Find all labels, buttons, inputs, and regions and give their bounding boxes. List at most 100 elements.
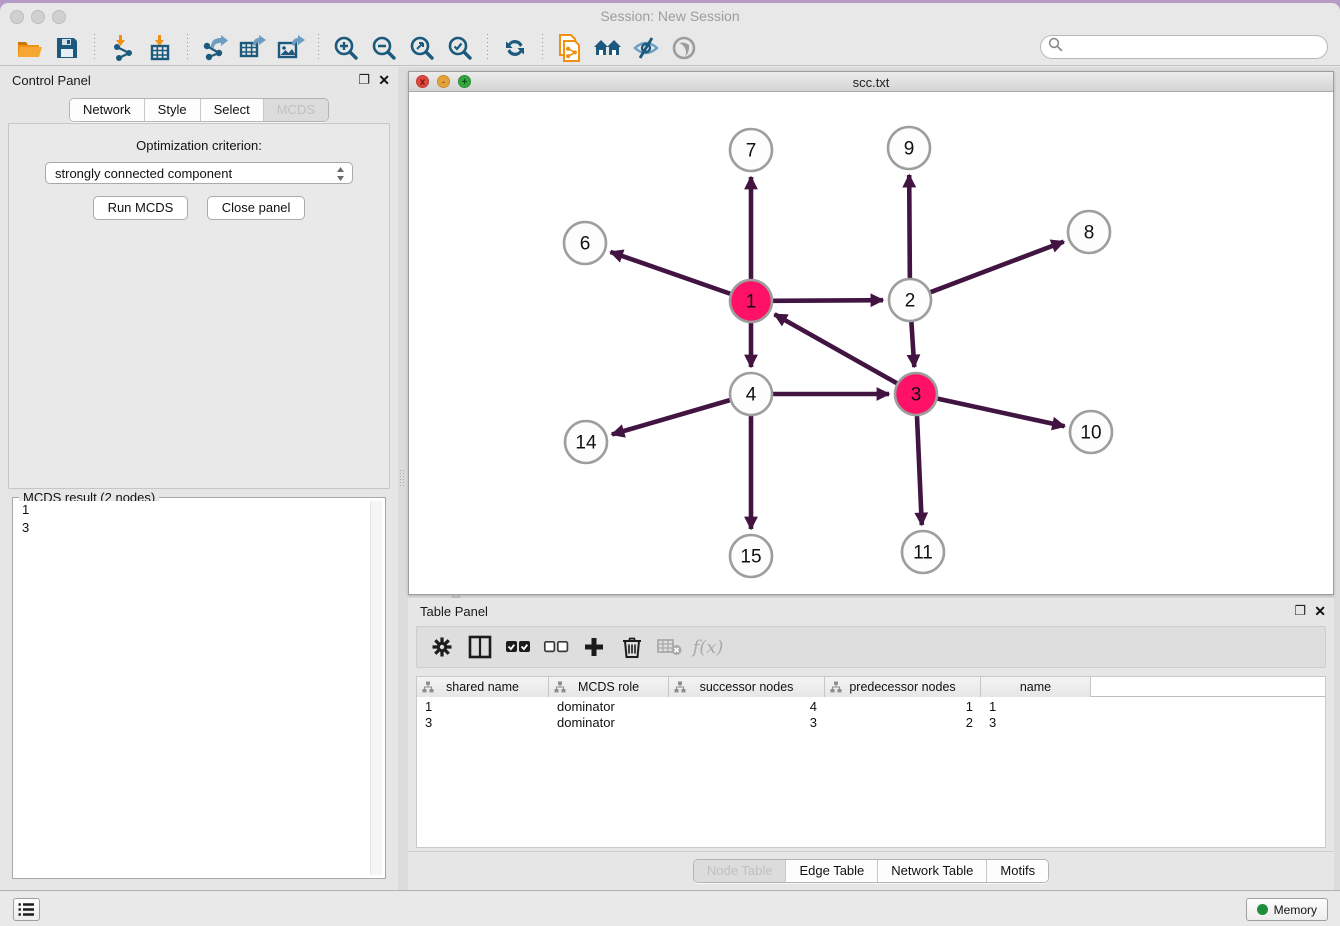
graph-node-1[interactable]: 1	[730, 280, 772, 322]
delete-column-icon[interactable]	[619, 634, 645, 660]
table-row[interactable]: 1dominator411	[417, 699, 1325, 715]
table-panel-float-icon[interactable]: ❐	[1294, 603, 1306, 619]
graph-edge-3-1[interactable]	[775, 314, 897, 383]
table-footer-divider	[408, 851, 1334, 852]
graph-node-2[interactable]: 2	[889, 279, 931, 321]
search-input[interactable]	[1063, 37, 1327, 57]
graph-node-label: 7	[746, 141, 757, 162]
network-canvas[interactable]: 7 9 6 8 1 2 4 3 14 10 15 11	[409, 92, 1333, 594]
tab-edge-table[interactable]: Edge Table	[785, 860, 877, 882]
close-panel-button[interactable]: Close panel	[207, 196, 306, 220]
mcds-result-item[interactable]: 1	[16, 501, 382, 519]
graph-node-15[interactable]: 15	[730, 535, 772, 577]
graph-node-7[interactable]: 7	[730, 129, 772, 171]
mcds-result-list[interactable]: 13	[16, 501, 382, 875]
column-header-predecessor-nodes[interactable]: predecessor nodes	[825, 677, 981, 697]
save-session-icon[interactable]	[51, 34, 83, 62]
table-cell[interactable]: 1	[825, 699, 981, 715]
table-row[interactable]: 3dominator323	[417, 715, 1325, 731]
tab-mcds[interactable]: MCDS	[263, 99, 328, 121]
table-panel-close-icon[interactable]: ✕	[1314, 603, 1326, 620]
apply-layout-icon[interactable]	[499, 34, 531, 62]
control-panel-float-icon[interactable]: ❐	[358, 72, 370, 88]
run-mcds-button[interactable]: Run MCDS	[93, 196, 189, 220]
import-network-icon[interactable]	[106, 34, 138, 62]
criterion-value: strongly connected component	[55, 166, 232, 181]
show-columns-icon[interactable]	[467, 634, 493, 660]
export-table-icon[interactable]	[237, 34, 269, 62]
network-graph: 7 9 6 8 1 2 4 3 14 10 15 11	[409, 92, 1333, 594]
graph-edge-2-3[interactable]	[911, 322, 914, 367]
zoom-in-icon[interactable]	[330, 34, 362, 62]
graph-node-14[interactable]: 14	[565, 421, 607, 463]
show-graphics-details-icon[interactable]	[668, 34, 700, 62]
memory-button[interactable]: Memory	[1246, 898, 1328, 921]
mcds-result-item[interactable]: 3	[16, 519, 382, 537]
graph-node-10[interactable]: 10	[1070, 411, 1112, 453]
deselect-all-icon[interactable]	[543, 634, 569, 660]
graph-edge-4-14[interactable]	[612, 400, 730, 434]
tab-node-table[interactable]: Node Table	[694, 860, 786, 882]
graph-edge-1-6[interactable]	[610, 252, 730, 294]
control-panel-close-icon[interactable]: ✕	[378, 72, 390, 89]
node-table-header: shared nameMCDS rolesuccessor nodes prede…	[417, 677, 1325, 697]
table-cell[interactable]: 3	[669, 715, 825, 731]
export-network-icon[interactable]	[199, 34, 231, 62]
tab-motifs[interactable]: Motifs	[986, 860, 1048, 882]
graph-node-label: 9	[904, 139, 915, 160]
toolbar-separator	[542, 34, 543, 62]
result-scrollbar[interactable]	[370, 501, 382, 875]
table-cell[interactable]: 1	[417, 699, 549, 715]
table-cell[interactable]: 4	[669, 699, 825, 715]
import-table-icon[interactable]	[144, 34, 176, 62]
network-window-title: scc.txt	[409, 75, 1333, 90]
add-column-icon[interactable]	[581, 634, 607, 660]
graph-node-9[interactable]: 9	[888, 127, 930, 169]
table-cell[interactable]: dominator	[549, 699, 669, 715]
graph-node-6[interactable]: 6	[564, 222, 606, 264]
zoom-selected-icon[interactable]	[444, 34, 476, 62]
graph-edge-1-2[interactable]	[773, 300, 883, 301]
select-all-icon[interactable]	[505, 634, 531, 660]
control-panel-title: Control Panel	[12, 73, 91, 88]
toolbar-separator	[187, 34, 188, 62]
table-cell[interactable]: 1	[981, 699, 1091, 715]
column-tree-icon	[422, 681, 434, 696]
table-settings-icon[interactable]	[429, 634, 455, 660]
copy-network-icon[interactable]	[554, 34, 586, 62]
table-cell[interactable]: 2	[825, 715, 981, 731]
graph-edge-3-10[interactable]	[937, 399, 1064, 427]
graph-node-8[interactable]: 8	[1068, 211, 1110, 253]
column-header-MCDS-role[interactable]: MCDS role	[549, 677, 669, 697]
tab-network[interactable]: Network	[70, 99, 144, 121]
graph-node-3[interactable]: 3	[895, 373, 937, 415]
tab-network-table[interactable]: Network Table	[877, 860, 986, 882]
combobox-arrows-icon	[336, 166, 345, 185]
column-header-shared-name[interactable]: shared name	[417, 677, 549, 697]
table-cell[interactable]: dominator	[549, 715, 669, 731]
open-session-icon[interactable]	[13, 34, 45, 62]
table-cell[interactable]: 3	[981, 715, 1091, 731]
hide-graphics-details-icon[interactable]	[630, 34, 662, 62]
zoom-fit-icon[interactable]	[406, 34, 438, 62]
tab-select[interactable]: Select	[200, 99, 263, 121]
graph-node-11[interactable]: 11	[902, 531, 944, 573]
graph-node-4[interactable]: 4	[730, 373, 772, 415]
main-content: Control Panel ❐ ✕ Network Style Select M…	[0, 67, 1340, 890]
column-header-label: predecessor nodes	[849, 680, 955, 694]
export-image-icon[interactable]	[275, 34, 307, 62]
graph-edge-2-9[interactable]	[909, 175, 910, 278]
column-header-name[interactable]: name	[981, 677, 1091, 697]
search-box[interactable]	[1040, 35, 1328, 59]
optimization-criterion-label: Optimization criterion:	[9, 138, 389, 153]
zoom-out-icon[interactable]	[368, 34, 400, 62]
column-header-successor-nodes[interactable]: successor nodes	[669, 677, 825, 697]
criterion-select[interactable]: strongly connected component	[45, 162, 353, 184]
tab-style[interactable]: Style	[144, 99, 200, 121]
graph-edge-3-11[interactable]	[917, 416, 922, 525]
first-neighbors-icon[interactable]	[592, 34, 624, 62]
vertical-splitter-handle[interactable]	[399, 469, 405, 487]
graph-edge-2-8[interactable]	[931, 242, 1064, 293]
task-history-button[interactable]	[13, 898, 40, 921]
table-cell[interactable]: 3	[417, 715, 549, 731]
